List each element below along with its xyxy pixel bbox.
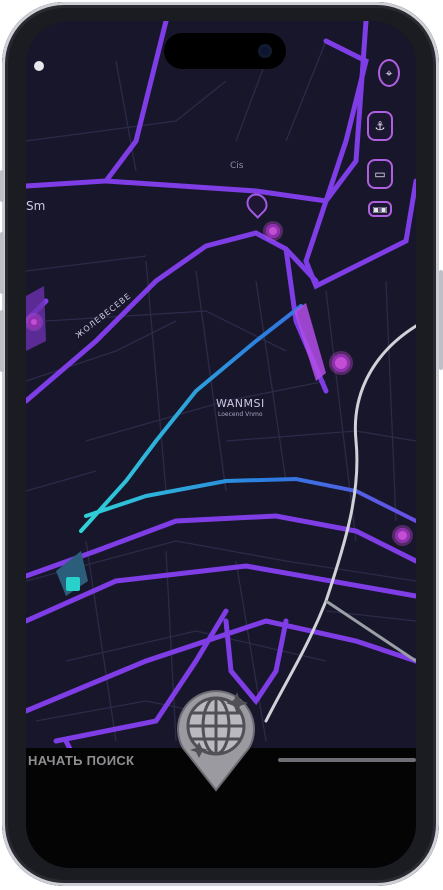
side-button-anchor[interactable]: ⚓: [367, 111, 393, 141]
layers-icon: ▣▣: [372, 204, 388, 214]
volume-up-button: [0, 232, 4, 294]
power-button: [439, 270, 443, 370]
map-marker[interactable]: [332, 354, 350, 372]
anchor-icon: ⚓: [374, 119, 386, 133]
poi-label: Cis: [230, 161, 244, 171]
side-button-layers[interactable]: ▣▣: [368, 201, 392, 217]
map-marker[interactable]: [395, 528, 410, 543]
volume-down-button: [0, 310, 4, 372]
dynamic-island: [164, 33, 286, 69]
street-label: Sm: [26, 199, 46, 213]
location-pin-icon: ⌖: [385, 65, 393, 80]
bus-icon: ▭: [374, 167, 386, 181]
side-button-bus[interactable]: ▭: [367, 159, 393, 189]
map-marker[interactable]: [28, 316, 40, 328]
camera-lens: [258, 44, 272, 58]
silent-switch: [0, 170, 4, 202]
side-button-location[interactable]: ⌖: [378, 59, 400, 87]
district-subtitle: Loecend Vnmo: [218, 411, 263, 418]
start-search-label[interactable]: НАЧАТЬ ПОИСК: [28, 753, 134, 768]
screen: WANMSI Loecend Vnmo Sm ЖОЛЕВЕСЕВЕ Cis ⌖ …: [26, 21, 416, 868]
district-title: WANMSI: [216, 397, 265, 410]
building-icon[interactable]: [66, 577, 80, 591]
map-marker[interactable]: [266, 224, 280, 238]
start-search-button[interactable]: [173, 686, 259, 792]
start-search-divider: [278, 758, 416, 762]
globe-pin-icon: [177, 690, 255, 792]
compass-dot-icon: [34, 61, 44, 71]
